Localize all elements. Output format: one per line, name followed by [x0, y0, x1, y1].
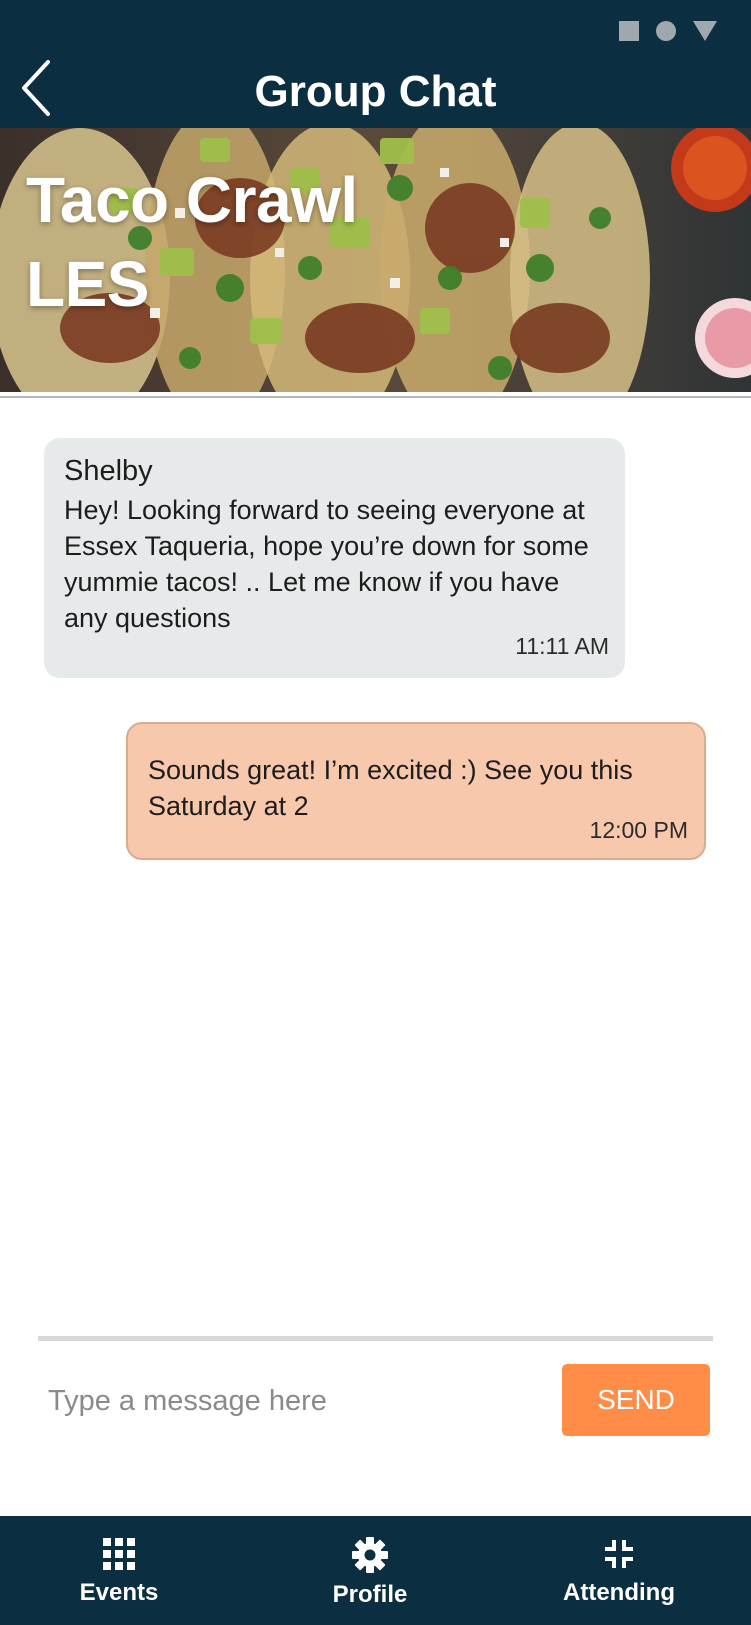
- grid-icon: [103, 1538, 135, 1570]
- message-timestamp: 12:00 PM: [589, 817, 688, 843]
- message-input[interactable]: [38, 1366, 548, 1436]
- collapse-icon: [605, 1540, 633, 1568]
- nav-item-profile[interactable]: Profile: [270, 1536, 470, 1610]
- send-button[interactable]: SEND: [562, 1364, 710, 1436]
- page-title: Group Chat: [254, 67, 497, 116]
- bottom-nav: Events Profile Attending: [0, 1516, 751, 1625]
- gear-icon: [352, 1537, 388, 1573]
- nav-label: Profile: [332, 1581, 408, 1608]
- event-title: Taco Crawl LES: [26, 164, 358, 320]
- hero-divider: [0, 396, 751, 398]
- app-header: Group Chat: [0, 0, 751, 128]
- outgoing-message: Sounds great! I’m excited :) See you thi…: [126, 722, 706, 860]
- incoming-message: Shelby Hey! Looking forward to seeing ev…: [44, 438, 625, 678]
- message-timestamp: 11:11 AM: [515, 633, 609, 659]
- status-bar: [619, 20, 717, 42]
- message-text: Hey! Looking forward to seeing everyone …: [64, 495, 589, 633]
- composer-divider: [38, 1336, 713, 1341]
- nav-label: Events: [79, 1579, 159, 1606]
- nav-item-events[interactable]: Events: [19, 1536, 219, 1608]
- circle-icon: [656, 21, 676, 41]
- message-sender: Shelby: [64, 455, 153, 487]
- square-icon: [619, 21, 639, 41]
- event-hero-banner: Taco Crawl LES: [0, 128, 751, 392]
- nav-item-attending[interactable]: Attending: [519, 1536, 719, 1608]
- message-text: Sounds great! I’m excited :) See you thi…: [148, 755, 633, 821]
- triangle-down-icon: [693, 21, 717, 41]
- nav-label: Attending: [563, 1579, 675, 1606]
